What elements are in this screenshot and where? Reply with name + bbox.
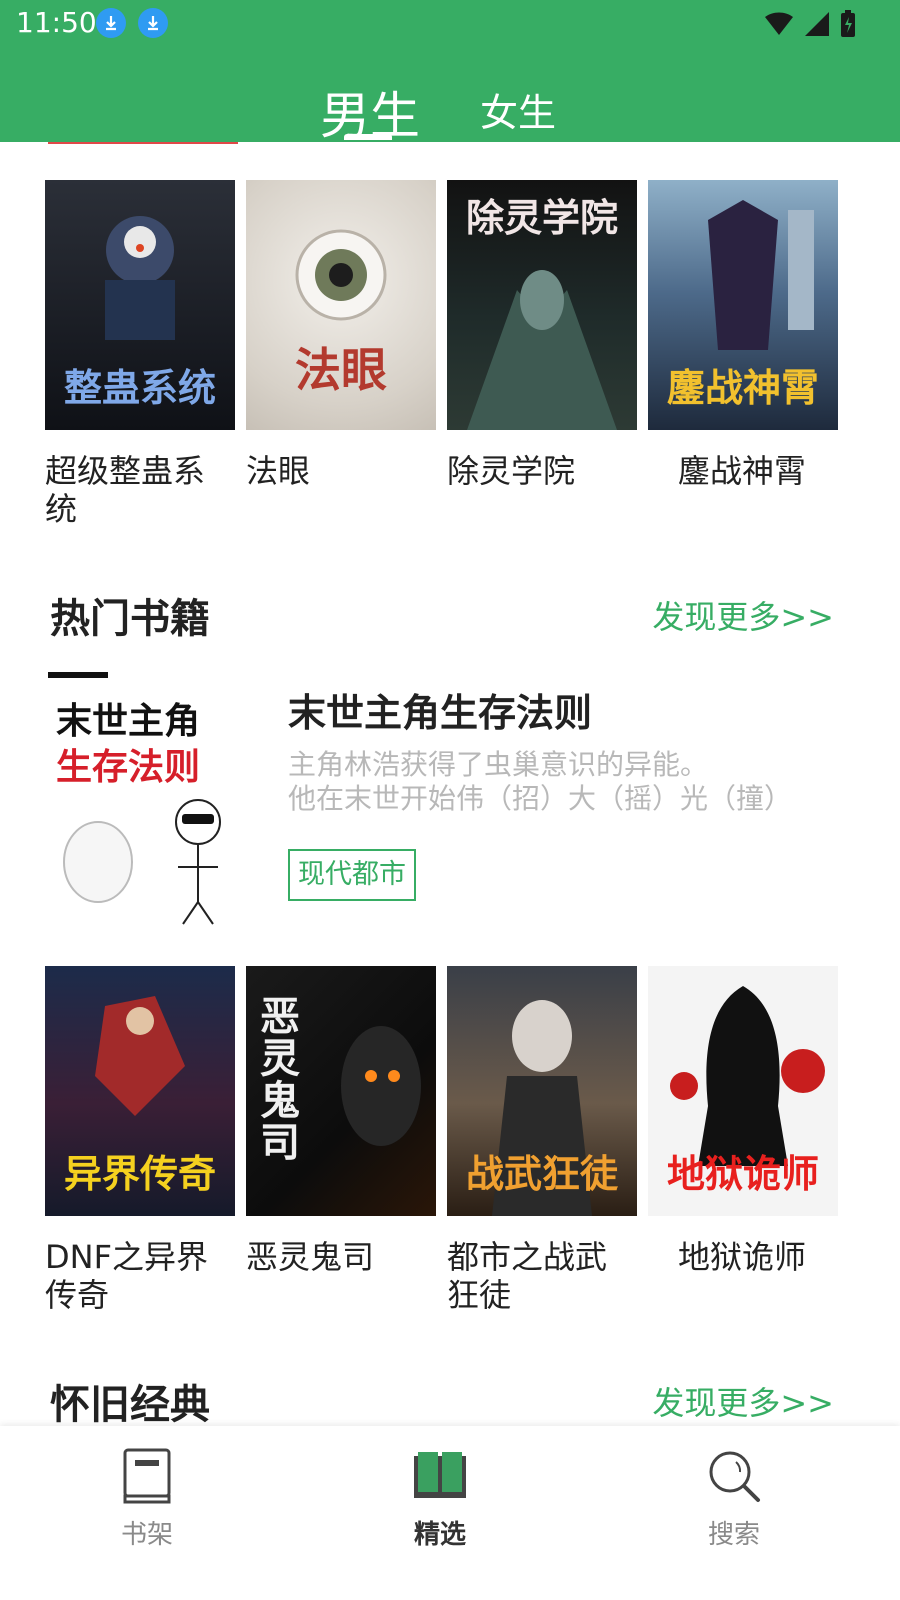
book-cover: 战武狂徒 (447, 966, 637, 1216)
description-line: 他在末世开始伟（招）大（摇）光（撞） (288, 782, 793, 815)
section-title: 怀旧经典 (50, 1382, 210, 1428)
book-card[interactable]: 除灵学院 除灵学院 (447, 180, 637, 490)
book-card[interactable]: 整蛊系统 超级整蛊系统 (45, 180, 235, 528)
cover-title: 恶灵鬼司 (260, 993, 300, 1166)
book-title: 法眼 (246, 452, 311, 490)
status-time: 11:50 (16, 6, 97, 39)
discover-more-link[interactable]: 发现更多>> (652, 1378, 834, 1424)
featured-title: 末世主角生存法则 (288, 691, 593, 735)
featured-book[interactable]: 末世主角 生存法则 末世主角生存法则 主角林浩获得了虫巢意识的异能。 他在末世开… (0, 672, 900, 932)
cover-title: 法眼 (295, 342, 387, 397)
wifi-icon (765, 12, 793, 35)
nav-bookshelf[interactable]: 书架 (77, 1448, 217, 1551)
book-card[interactable]: 鏖战神霄 鏖战神霄 (648, 180, 838, 490)
cover-title: 地狱诡师 (666, 1151, 819, 1197)
book-cover: 鏖战神霄 (648, 180, 838, 430)
download-icon (138, 8, 168, 38)
tab-female[interactable]: 女生 (480, 82, 556, 137)
battery-icon (841, 10, 855, 37)
section-title: 热门书籍 (50, 596, 210, 642)
category-tag[interactable]: 现代都市 (288, 849, 416, 901)
cover-title: 鏖战神霄 (666, 365, 819, 411)
book-title: 都市之战武狂徒 (447, 1238, 608, 1314)
open-book-icon (414, 1452, 466, 1498)
book-title: 地狱诡师 (678, 1238, 807, 1276)
book-card[interactable]: 异界传奇 DNF之异界传奇 (45, 966, 235, 1314)
book-cover: 恶灵鬼司 (246, 966, 436, 1216)
nav-featured[interactable]: 精选 (370, 1448, 510, 1551)
app-header: 11:50 男生 女生 (0, 0, 900, 145)
nav-label: 搜索 (707, 1520, 760, 1550)
book-grid-row-1: 整蛊系统 超级整蛊系统 法眼 法眼 除灵学院 除灵学院 鏖战神霄 鏖战神霄 (0, 180, 900, 540)
tab-indicator (344, 134, 392, 140)
bookshelf-icon (123, 1448, 171, 1504)
nav-label: 精选 (413, 1520, 466, 1550)
book-title: 除灵学院 (447, 452, 576, 490)
status-bar: 11:50 (0, 0, 900, 50)
book-cover: 法眼 (246, 180, 436, 430)
scroll-accent-line (48, 142, 238, 144)
hot-books-header: 热门书籍 发现更多>> (0, 586, 900, 646)
cover-title: 异界传奇 (63, 1151, 216, 1197)
book-grid-row-2: 异界传奇 DNF之异界传奇 恶灵鬼司 恶灵鬼司 战武狂徒 都市之战武狂徒 地狱诡… (0, 966, 900, 1326)
book-title: 鏖战神霄 (678, 452, 807, 490)
classic-books-header: 怀旧经典 发现更多>> (0, 1372, 900, 1432)
book-cover: 除灵学院 (447, 180, 637, 430)
book-title: 超级整蛊系统 (45, 452, 206, 528)
cover-title: 整蛊系统 (63, 365, 216, 411)
discover-more-link[interactable]: 发现更多>> (652, 592, 834, 638)
signal-icon (805, 12, 829, 36)
search-icon (709, 1451, 760, 1502)
book-title: DNF之异界传奇 (45, 1238, 208, 1314)
nav-label: 书架 (120, 1520, 173, 1550)
book-cover: 地狱诡师 (648, 966, 838, 1216)
book-card[interactable]: 战武狂徒 都市之战武狂徒 (447, 966, 637, 1314)
book-cover: 整蛊系统 (45, 180, 235, 430)
bottom-nav: 书架 精选 搜索 (0, 1426, 900, 1600)
nav-search[interactable]: 搜索 (664, 1448, 804, 1551)
book-cover: 异界传奇 (45, 966, 235, 1216)
book-title: 恶灵鬼司 (246, 1238, 375, 1276)
download-icon (96, 8, 126, 38)
cover-title: 战武狂徒 (465, 1151, 618, 1197)
gender-tabs: 男生 女生 (0, 68, 900, 145)
cover-title: 除灵学院 (465, 195, 618, 240)
book-card[interactable]: 法眼 法眼 (246, 180, 436, 490)
featured-description: 主角林浩获得了虫巢意识的异能。 他在末世开始伟（招）大（摇）光（撞） (288, 748, 848, 816)
description-line: 主角林浩获得了虫巢意识的异能。 (288, 748, 709, 781)
featured-cover: 末世主角 生存法则 (48, 672, 238, 930)
book-card[interactable]: 地狱诡师 地狱诡师 (648, 966, 838, 1276)
book-card[interactable]: 恶灵鬼司 恶灵鬼司 (246, 966, 436, 1276)
